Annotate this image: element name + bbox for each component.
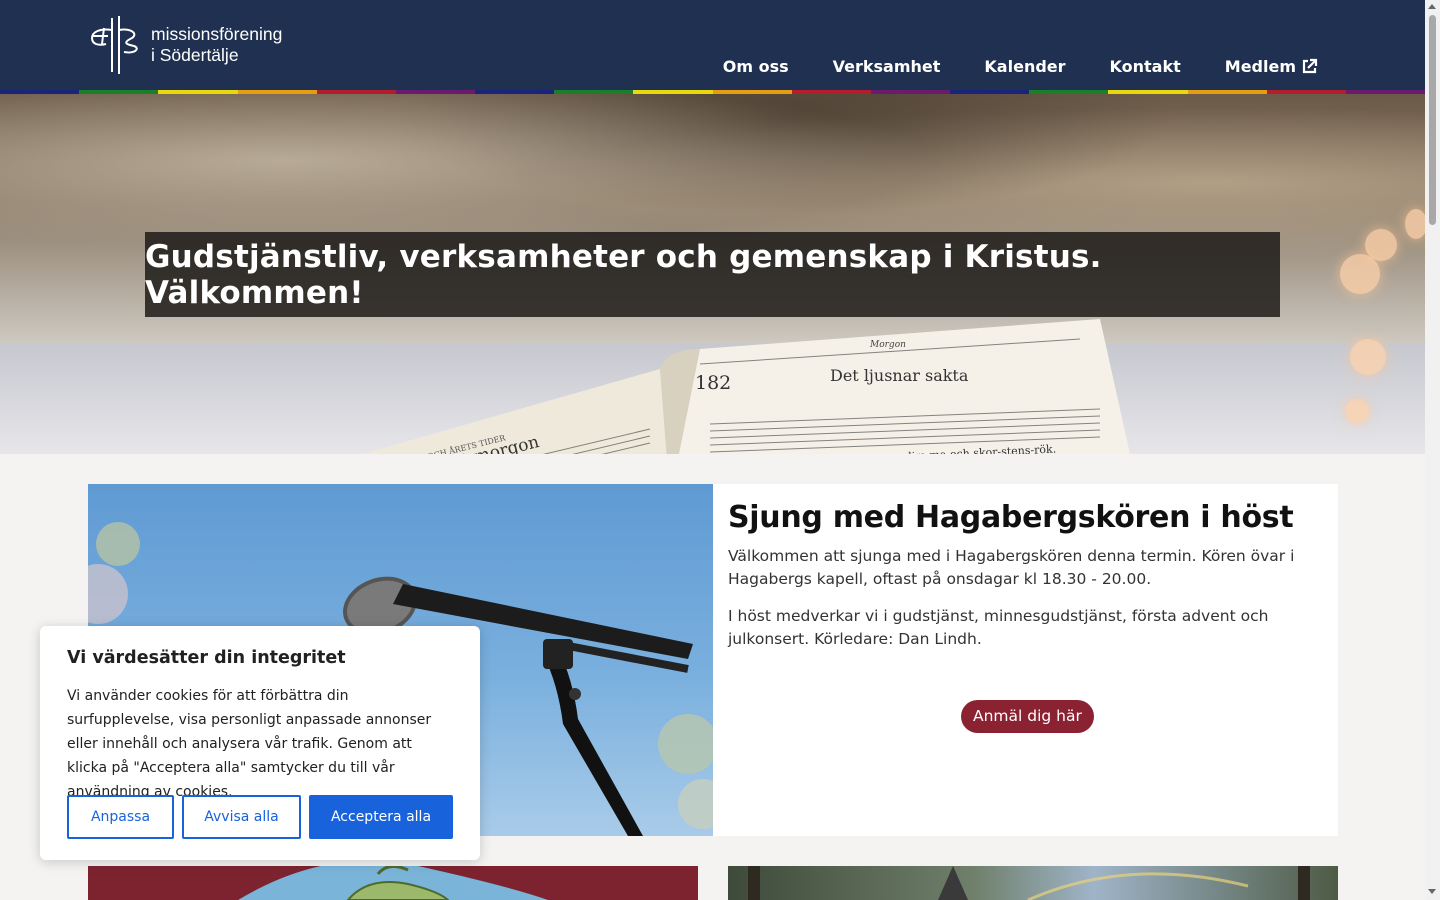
- cookie-title: Vi värdesätter din integritet: [67, 648, 346, 668]
- book-page-number: 182: [695, 372, 731, 394]
- feature-content: Sjung med Hagabergskören i höst Välkomme…: [728, 500, 1328, 651]
- scroll-up-arrow-icon[interactable]: [1428, 4, 1436, 9]
- main-nav: Om oss Verksamhet Kalender Kontakt Medle…: [679, 57, 1318, 76]
- site-header: missionsförening i Södertälje Om oss Ver…: [0, 0, 1426, 94]
- cookie-text: Vi använder cookies för att förbättra di…: [67, 688, 432, 800]
- hero-banner: DAGENS OCH ÅRETS TIDER Nu är det morgon …: [0, 94, 1425, 454]
- hymnbook-image: DAGENS OCH ÅRETS TIDER Nu är det morgon …: [362, 319, 1130, 454]
- cookie-customize-button[interactable]: Anpassa: [67, 795, 174, 839]
- cookie-reject-button[interactable]: Avvisa alla: [182, 795, 301, 839]
- teaser-card-right[interactable]: [728, 866, 1338, 900]
- nav-medlem-label: Medlem: [1224, 57, 1296, 76]
- signup-button[interactable]: Anmäl dig här: [961, 700, 1094, 733]
- feature-paragraph-1: Välkommen att sjunga med i Hagabergsköre…: [728, 547, 1295, 588]
- scroll-down-arrow-icon[interactable]: [1428, 889, 1436, 894]
- cookie-consent-popup: Vi värdesätter din integritet Vi använde…: [40, 626, 480, 860]
- nav-om-oss[interactable]: Om oss: [723, 57, 789, 76]
- logo-text: missionsförening i Södertälje: [151, 24, 282, 66]
- site-logo[interactable]: missionsförening i Södertälje: [88, 14, 282, 76]
- logo-icon: [90, 16, 138, 74]
- teaser-right-image: [748, 866, 1310, 900]
- teaser-card-left[interactable]: [88, 866, 698, 900]
- teaser-left-image: [238, 866, 548, 900]
- cookie-accept-button[interactable]: Acceptera alla: [309, 795, 453, 839]
- nav-kontakt[interactable]: Kontakt: [1110, 57, 1181, 76]
- book-right-label: Morgon: [869, 340, 906, 350]
- logo-line-1: missionsförening: [151, 24, 283, 44]
- bokeh-light: [1345, 399, 1369, 423]
- feature-paragraph-2: I höst medverkar vi i gudstjänst, minnes…: [728, 607, 1269, 648]
- hero-headline: Gudstjänstliv, verksamheter och gemenska…: [145, 232, 1280, 317]
- nav-medlem[interactable]: Medlem: [1225, 57, 1318, 76]
- bokeh-light: [1350, 339, 1386, 375]
- page-scrollbar[interactable]: [1425, 0, 1440, 900]
- external-link-icon: [1302, 58, 1318, 74]
- nav-verksamhet[interactable]: Verksamhet: [833, 57, 941, 76]
- logo-line-2: i Södertälje: [151, 45, 239, 65]
- feature-title: Sjung med Hagabergskören i höst: [728, 500, 1294, 535]
- bokeh-light: [1340, 254, 1380, 294]
- nav-kalender[interactable]: Kalender: [984, 57, 1065, 76]
- cookie-buttons: Anpassa Avvisa alla Acceptera alla: [67, 795, 453, 839]
- scrollbar-thumb[interactable]: [1429, 15, 1436, 225]
- bokeh-light: [1405, 209, 1425, 239]
- book-right-title: Det ljusnar sakta: [830, 366, 969, 385]
